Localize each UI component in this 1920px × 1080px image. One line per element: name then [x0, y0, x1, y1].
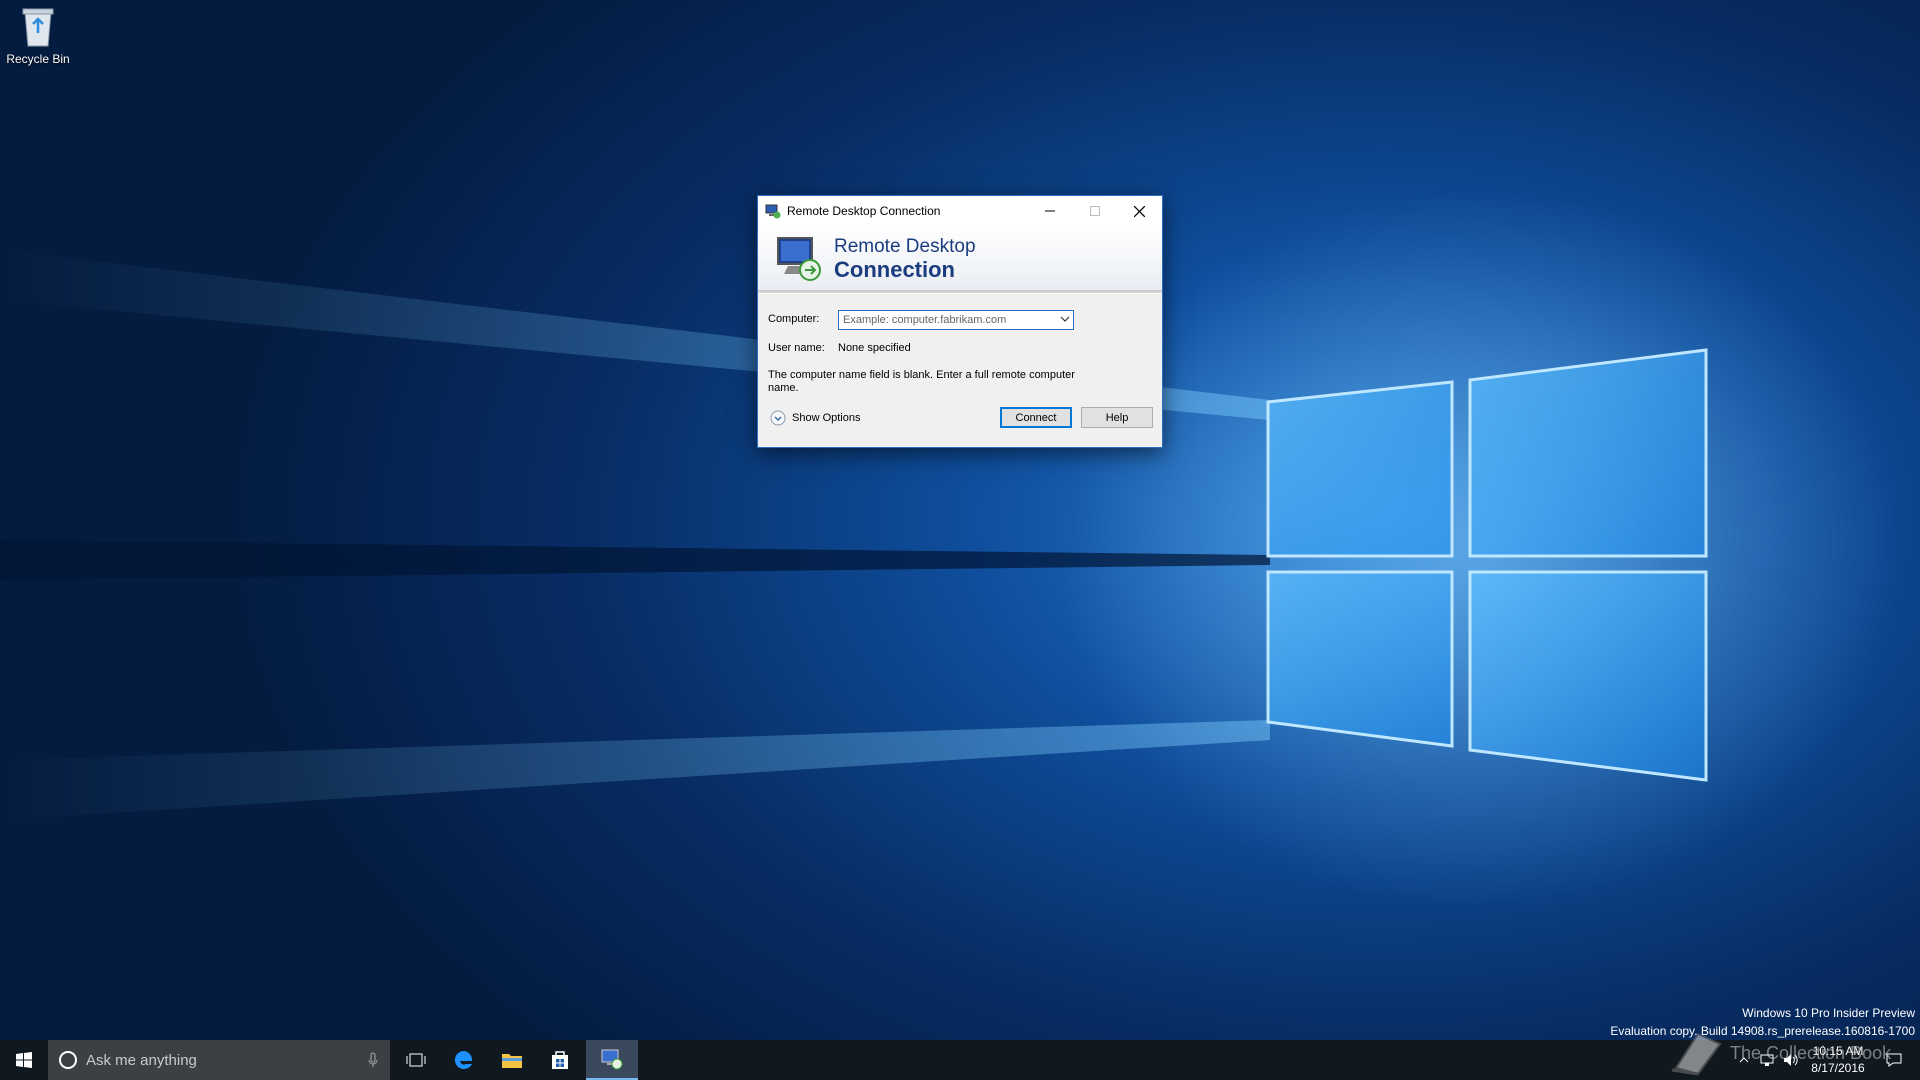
- watermark-line1: Windows 10 Pro Insider Preview: [1742, 1006, 1915, 1020]
- close-button[interactable]: [1117, 196, 1162, 226]
- banner-title-line2: Connection: [834, 257, 955, 282]
- collection-book-watermark: The Collection Book: [1668, 1030, 1891, 1076]
- taskbar-file-explorer[interactable]: [488, 1040, 536, 1080]
- search-placeholder: Ask me anything: [86, 1051, 197, 1069]
- chevron-down-icon[interactable]: [1060, 316, 1070, 323]
- cortana-icon: [59, 1051, 77, 1069]
- desktop-icon-label: Recycle Bin: [6, 52, 70, 66]
- username-label: User name:: [768, 342, 825, 354]
- remote-desktop-icon: [601, 1049, 623, 1070]
- computer-input-placeholder: Example: computer.fabrikam.com: [843, 314, 1007, 326]
- show-options-toggle[interactable]: Show Options: [770, 410, 860, 426]
- window-title: Remote Desktop Connection: [787, 204, 941, 218]
- recycle-bin-icon: [22, 8, 54, 47]
- collection-book-text: The Collection Book: [1730, 1042, 1892, 1063]
- remote-desktop-dialog: Remote Desktop Connection Remote Desktop…: [757, 195, 1163, 448]
- close-icon: [1134, 205, 1145, 217]
- computer-combobox[interactable]: Example: computer.fabrikam.com: [838, 310, 1074, 330]
- taskbar-remote-desktop[interactable]: [586, 1040, 638, 1080]
- book-icon: [1671, 1032, 1722, 1076]
- windows-start-icon: [16, 1052, 32, 1068]
- username-value: None specified: [838, 342, 911, 354]
- remote-desktop-app-icon: [765, 204, 781, 219]
- maximize-button: [1072, 196, 1117, 226]
- status-message: The computer name field is blank. Enter …: [768, 369, 1075, 394]
- cortana-search-box[interactable]: Ask me anything: [48, 1040, 390, 1080]
- remote-desktop-banner-icon: [777, 237, 821, 281]
- taskbar-store[interactable]: [536, 1040, 584, 1080]
- expand-chevron-icon: [770, 410, 786, 426]
- title-bar[interactable]: Remote Desktop Connection: [758, 196, 1162, 226]
- dialog-banner: Remote Desktop Connection: [758, 226, 1162, 291]
- dialog-body: Computer: Example: computer.fabrikam.com…: [758, 294, 1162, 444]
- show-options-label: Show Options: [792, 412, 861, 424]
- connect-button[interactable]: Connect: [1000, 407, 1072, 428]
- banner-title-line1: Remote Desktop: [834, 236, 976, 257]
- help-button[interactable]: Help: [1081, 407, 1153, 428]
- task-view-icon: [406, 1053, 426, 1067]
- desktop-icon-recycle-bin[interactable]: Recycle Bin: [4, 6, 72, 66]
- store-icon: [552, 1051, 568, 1069]
- microphone-icon[interactable]: [368, 1052, 378, 1068]
- edge-icon: [454, 1050, 473, 1069]
- minimize-button[interactable]: [1027, 196, 1072, 226]
- wallpaper: [0, 190, 1900, 910]
- taskbar: Ask me anything 10:15 AM 8/17/2016: [0, 1040, 1920, 1080]
- computer-label: Computer:: [768, 313, 820, 325]
- minimize-icon: [1044, 210, 1055, 212]
- task-view-button[interactable]: [392, 1040, 440, 1080]
- maximize-icon: [1089, 206, 1100, 216]
- taskbar-edge[interactable]: [440, 1040, 488, 1080]
- file-explorer-icon: [502, 1054, 522, 1068]
- start-button[interactable]: [0, 1040, 48, 1080]
